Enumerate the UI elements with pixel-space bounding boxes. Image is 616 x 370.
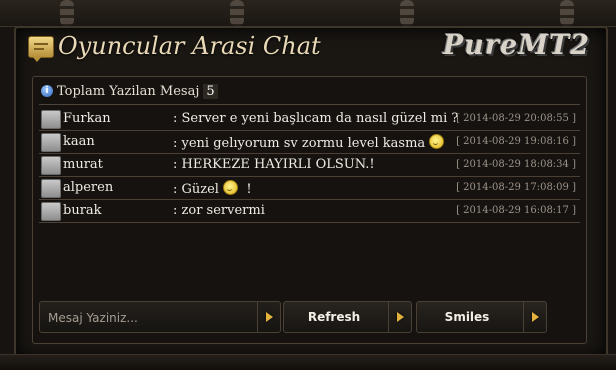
top-decoration	[0, 0, 616, 27]
info-icon: i	[41, 85, 53, 97]
message-text: : yeni gelıyorum sv zormu level kasma	[173, 136, 426, 151]
refresh-arrow	[388, 302, 411, 332]
chat-content: i Toplam Yazilan Mesaj 5 Furkan : Server…	[32, 76, 587, 344]
chain-ornament	[60, 0, 74, 26]
avatar-icon	[41, 156, 61, 175]
message-input-box	[39, 301, 281, 333]
message-row: kaan : yeni gelıyorum sv zormu level kas…	[39, 131, 580, 154]
message-text: : zor servermi	[173, 203, 265, 218]
message-time: [ 2014-08-29 17:08:09 ]	[456, 182, 576, 193]
chat-controls: Refresh Smiles	[39, 301, 580, 333]
message-text: : Server e yeni başlıcam da nasıl güzel …	[173, 111, 459, 126]
refresh-label: Refresh	[307, 310, 361, 324]
message-text-wrap: : Güzel !	[173, 180, 252, 197]
message-counter: i Toplam Yazilan Mesaj 5	[41, 81, 218, 101]
message-time: [ 2014-08-29 20:08:55 ]	[456, 113, 576, 124]
smiley-icon	[223, 180, 239, 195]
message-row: murat : HERKEZE HAYIRLI OLSUN.! [ 2014-0…	[39, 154, 580, 177]
message-row: burak : zor servermi [ 2014-08-29 16:08:…	[39, 200, 580, 223]
counter-label: Toplam Yazilan Mesaj	[57, 83, 200, 99]
message-row: alperen : Güzel ! [ 2014-08-29 17:08:09 …	[39, 177, 580, 200]
message-user[interactable]: murat	[63, 157, 103, 172]
smiles-label: Smiles	[444, 310, 490, 324]
smiley-icon	[429, 134, 445, 149]
message-time: [ 2014-08-29 19:08:16 ]	[456, 136, 576, 147]
avatar-icon	[41, 110, 61, 129]
message-list: Furkan : Server e yeni başlıcam da nasıl…	[39, 108, 580, 223]
smiles-button[interactable]: Smiles	[416, 301, 547, 333]
avatar-icon	[41, 179, 61, 198]
message-text: : Güzel	[173, 182, 219, 197]
arrow-right-icon	[265, 312, 273, 322]
message-text: : HERKEZE HAYIRLI OLSUN.!	[173, 157, 375, 172]
message-user[interactable]: kaan	[63, 134, 95, 149]
message-time: [ 2014-08-29 16:08:17 ]	[456, 205, 576, 216]
message-text-after: !	[246, 182, 252, 197]
server-logo: PureMT2	[442, 30, 590, 61]
avatar-icon	[41, 202, 61, 221]
arrow-right-icon	[531, 312, 539, 322]
chat-bubble-icon	[28, 36, 54, 58]
send-button[interactable]	[257, 302, 280, 332]
chain-ornament	[400, 0, 414, 26]
message-row: Furkan : Server e yeni başlıcam da nasıl…	[39, 108, 580, 131]
smiles-arrow	[523, 302, 546, 332]
refresh-button[interactable]: Refresh	[283, 301, 412, 333]
counter-value: 5	[203, 83, 218, 99]
chat-header: Oyuncular Arasi Chat PureMT2	[16, 30, 602, 70]
message-user[interactable]: burak	[63, 203, 102, 218]
chain-ornament	[230, 0, 244, 26]
message-user[interactable]: alperen	[63, 180, 113, 195]
message-input[interactable]	[46, 308, 254, 328]
message-time: [ 2014-08-29 18:08:34 ]	[456, 159, 576, 170]
chat-bubble-tail	[32, 56, 42, 62]
message-text-wrap: : yeni gelıyorum sv zormu level kasma	[173, 134, 445, 151]
chain-ornament	[560, 0, 574, 26]
page-title: Oyuncular Arasi Chat	[58, 32, 321, 60]
bottom-decoration	[0, 354, 616, 370]
avatar-icon	[41, 133, 61, 152]
message-user[interactable]: Furkan	[63, 111, 111, 126]
divider	[39, 104, 580, 105]
arrow-right-icon	[396, 312, 404, 322]
